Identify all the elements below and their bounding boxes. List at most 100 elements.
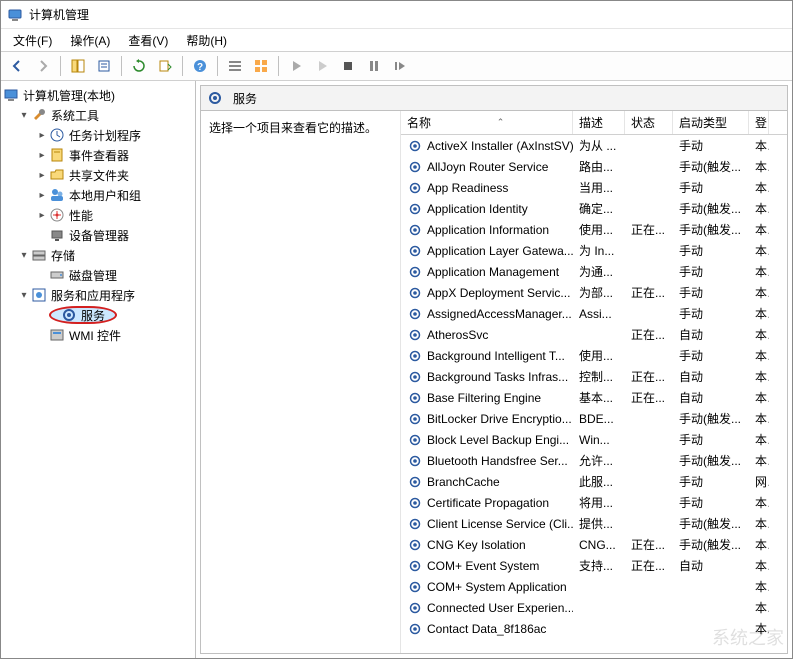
- service-name-cell: Background Tasks Infras...: [401, 369, 573, 385]
- service-startup-cell: 手动(触发...: [673, 515, 749, 532]
- gear-icon: [407, 180, 423, 196]
- help-button[interactable]: ?: [188, 54, 212, 78]
- service-startup-cell: 手动: [673, 242, 749, 259]
- service-name: Application Layer Gatewa...: [427, 244, 573, 258]
- pause-service-button[interactable]: [310, 54, 334, 78]
- list-view-button[interactable]: [249, 54, 273, 78]
- pause-button[interactable]: [362, 54, 386, 78]
- forward-button[interactable]: [31, 54, 55, 78]
- tree-disk-management[interactable]: 磁盘管理: [1, 265, 195, 285]
- service-row[interactable]: Base Filtering Engine基本...正在...自动本: [401, 387, 787, 408]
- tree-wmi[interactable]: WMI 控件: [1, 325, 195, 345]
- app-icon: [7, 7, 23, 23]
- service-row[interactable]: BranchCache此服...手动网: [401, 471, 787, 492]
- wmi-icon: [49, 327, 65, 343]
- menu-help[interactable]: 帮助(H): [178, 30, 235, 51]
- service-row[interactable]: AtherosSvc正在...自动本: [401, 324, 787, 345]
- expand-icon[interactable]: ▸: [35, 190, 49, 201]
- service-name-cell: Bluetooth Handsfree Ser...: [401, 453, 573, 469]
- expand-icon[interactable]: ▸: [35, 150, 49, 161]
- folder-icon: [49, 167, 65, 183]
- service-desc-cell: Win...: [573, 433, 625, 447]
- service-row[interactable]: Contact Data_8f186ac本: [401, 618, 787, 639]
- collapse-icon[interactable]: ▾: [17, 110, 31, 121]
- service-row[interactable]: ActiveX Installer (AxInstSV)为从 ...手动本: [401, 135, 787, 156]
- tree-services[interactable]: 服务: [1, 305, 195, 325]
- service-row[interactable]: AppX Deployment Servic...为部...正在...手动本: [401, 282, 787, 303]
- column-status[interactable]: 状态: [625, 111, 673, 134]
- service-name: Application Information: [427, 223, 549, 237]
- tree-root[interactable]: 计算机管理(本地): [1, 85, 195, 105]
- column-startup-type[interactable]: 启动类型: [673, 111, 749, 134]
- service-name-cell: App Readiness: [401, 180, 573, 196]
- column-logon[interactable]: 登: [749, 111, 769, 134]
- list-rows[interactable]: ActiveX Installer (AxInstSV)为从 ...手动本All…: [401, 135, 787, 653]
- tree-storage[interactable]: ▾ 存储: [1, 245, 195, 265]
- service-row[interactable]: Background Tasks Infras...控制...正在...自动本: [401, 366, 787, 387]
- service-row[interactable]: Connected User Experien...本: [401, 597, 787, 618]
- tree-label: 任务计划程序: [69, 127, 141, 144]
- menu-action[interactable]: 操作(A): [62, 30, 118, 51]
- start-service-button[interactable]: [284, 54, 308, 78]
- tree-shared-folders[interactable]: ▸ 共享文件夹: [1, 165, 195, 185]
- service-row[interactable]: Block Level Backup Engi...Win...手动本: [401, 429, 787, 450]
- column-name[interactable]: 名称⌃: [401, 111, 573, 134]
- service-name: AssignedAccessManager...: [427, 307, 572, 321]
- service-row[interactable]: COM+ System Application本: [401, 576, 787, 597]
- gear-icon: [407, 222, 423, 238]
- collapse-icon[interactable]: ▾: [17, 290, 31, 301]
- expand-icon[interactable]: ▸: [35, 210, 49, 221]
- menu-file[interactable]: 文件(F): [5, 30, 60, 51]
- gear-icon: [407, 537, 423, 553]
- back-button[interactable]: [5, 54, 29, 78]
- service-row[interactable]: Background Intelligent T...使用...手动本: [401, 345, 787, 366]
- service-logon-cell: 本: [749, 284, 769, 301]
- service-row[interactable]: BitLocker Drive Encryptio...BDE...手动(触发.…: [401, 408, 787, 429]
- service-row[interactable]: CNG Key IsolationCNG...正在...手动(触发...本: [401, 534, 787, 555]
- details-view-button[interactable]: [223, 54, 247, 78]
- service-name: Contact Data_8f186ac: [427, 622, 546, 636]
- service-row[interactable]: Application Management为通...手动本: [401, 261, 787, 282]
- service-row[interactable]: Application Identity确定...手动(触发...本: [401, 198, 787, 219]
- tree-task-scheduler[interactable]: ▸ 任务计划程序: [1, 125, 195, 145]
- svg-text:?: ?: [197, 62, 203, 73]
- gear-icon: [407, 138, 423, 154]
- clock-icon: [49, 127, 65, 143]
- service-row[interactable]: Application Layer Gatewa...为 In...手动本: [401, 240, 787, 261]
- collapse-icon[interactable]: ▾: [17, 250, 31, 261]
- stop-service-button[interactable]: [336, 54, 360, 78]
- refresh-button[interactable]: [127, 54, 151, 78]
- panel-body: 选择一个项目来查看它的描述。 名称⌃ 描述 状态 启动类型 登 ActiveX …: [200, 111, 788, 654]
- properties-button[interactable]: [92, 54, 116, 78]
- tree-label: 服务和应用程序: [51, 287, 135, 304]
- tree-event-viewer[interactable]: ▸ 事件查看器: [1, 145, 195, 165]
- tree-performance[interactable]: ▸ 性能: [1, 205, 195, 225]
- toolbar-separator: [278, 56, 279, 76]
- service-row[interactable]: COM+ Event System支持...正在...自动本: [401, 555, 787, 576]
- service-row[interactable]: Client License Service (Cli...提供...手动(触发…: [401, 513, 787, 534]
- restart-service-button[interactable]: [388, 54, 412, 78]
- service-row[interactable]: AllJoyn Router Service路由...手动(触发...本: [401, 156, 787, 177]
- service-logon-cell: 本: [749, 389, 769, 406]
- tree-services-apps[interactable]: ▾ 服务和应用程序: [1, 285, 195, 305]
- service-row[interactable]: AssignedAccessManager...Assi...手动本: [401, 303, 787, 324]
- expand-icon[interactable]: ▸: [35, 130, 49, 141]
- service-row[interactable]: App Readiness当用...手动本: [401, 177, 787, 198]
- gear-icon: [407, 369, 423, 385]
- service-desc-cell: BDE...: [573, 412, 625, 426]
- show-hide-tree-button[interactable]: [66, 54, 90, 78]
- gear-icon: [407, 495, 423, 511]
- service-row[interactable]: Application Information使用...正在...手动(触发..…: [401, 219, 787, 240]
- navigation-tree[interactable]: 计算机管理(本地) ▾ 系统工具 ▸ 任务计划程序 ▸ 事件查看器 ▸ 共享文件…: [1, 81, 196, 658]
- service-row[interactable]: Certificate Propagation将用...手动本: [401, 492, 787, 513]
- service-row[interactable]: Bluetooth Handsfree Ser...允许...手动(触发...本: [401, 450, 787, 471]
- expand-icon[interactable]: ▸: [35, 170, 49, 181]
- users-icon: [49, 187, 65, 203]
- tree-local-users[interactable]: ▸ 本地用户和组: [1, 185, 195, 205]
- export-button[interactable]: [153, 54, 177, 78]
- column-description[interactable]: 描述: [573, 111, 625, 134]
- tree-system-tools[interactable]: ▾ 系统工具: [1, 105, 195, 125]
- menu-view[interactable]: 查看(V): [120, 30, 176, 51]
- tree-device-manager[interactable]: 设备管理器: [1, 225, 195, 245]
- gear-icon: [407, 474, 423, 490]
